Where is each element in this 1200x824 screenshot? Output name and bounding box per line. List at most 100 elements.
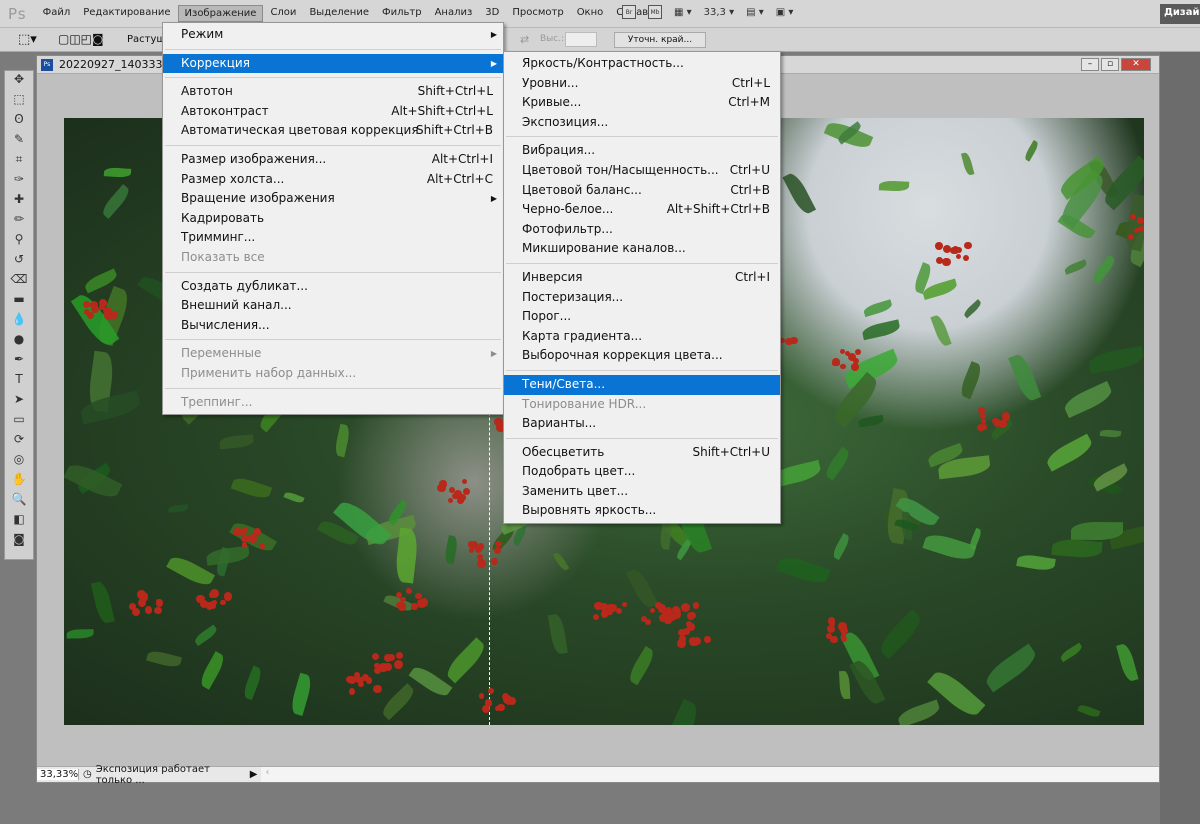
brush-tool-icon[interactable]: ✏ — [9, 212, 29, 231]
zoom-select[interactable]: 33,3 ▾ — [704, 7, 734, 18]
menu-separator — [165, 387, 501, 389]
zoom-tool-icon[interactable]: 🔍 — [9, 492, 29, 511]
crop-tool-icon[interactable]: ⌗ — [9, 152, 29, 171]
menu-0[interactable]: Файл — [37, 5, 77, 22]
photo-leaf — [958, 361, 985, 400]
dodge-tool-icon[interactable]: ● — [9, 332, 29, 351]
menu-9[interactable]: Окно — [571, 5, 610, 22]
menu-item: Применить набор данных... — [163, 364, 503, 384]
healing-tool-icon[interactable]: ✚ — [9, 192, 29, 211]
path-select-tool-icon[interactable]: ➤ — [9, 392, 29, 411]
menu-separator — [165, 144, 501, 146]
menu-item[interactable]: Выровнять яркость... — [504, 501, 780, 521]
view-extras-icon[interactable]: ▦ ▾ — [674, 7, 692, 18]
menu-item[interactable]: Вибрация... — [504, 141, 780, 161]
marquee-preset-icon[interactable]: ⬚▾ — [18, 32, 37, 47]
maximize-button[interactable]: ▫ — [1101, 58, 1119, 71]
eraser-tool-icon[interactable]: ⌫ — [9, 272, 29, 291]
menu-item[interactable]: Внешний канал... — [163, 296, 503, 316]
menu-item[interactable]: Автоконтраст Alt+Shift+Ctrl+L — [163, 102, 503, 122]
gradient-tool-icon[interactable]: ▬ — [9, 292, 29, 311]
menu-item[interactable]: Кадрировать — [163, 209, 503, 229]
menu-8[interactable]: Просмотр — [506, 5, 569, 22]
menu-item[interactable]: Обесцветить Shift+Ctrl+U — [504, 443, 780, 463]
close-button[interactable]: ✕ — [1121, 58, 1151, 71]
menu-item[interactable]: Уровни... Ctrl+L — [504, 74, 780, 94]
menu-item[interactable]: Размер холста... Alt+Ctrl+C — [163, 170, 503, 190]
photo-berry — [417, 599, 427, 609]
menu-item[interactable]: Инверсия Ctrl+I — [504, 268, 780, 288]
horizontal-scrollbar[interactable]: ‹ — [261, 767, 1159, 782]
photo-leaf — [968, 527, 984, 550]
menu-item[interactable]: Фотофильтр... — [504, 220, 780, 240]
menu-5[interactable]: Фильтр — [376, 5, 428, 22]
photo-berry — [475, 546, 483, 554]
status-zoom[interactable]: 33,33% — [37, 769, 79, 780]
menu-item[interactable]: Подобрать цвет... — [504, 462, 780, 482]
menu-item[interactable]: Вычисления... — [163, 316, 503, 336]
photo-leaf — [929, 313, 952, 348]
quick-select-tool-icon[interactable]: ✎ — [9, 132, 29, 151]
menu-item[interactable]: Порог... — [504, 307, 780, 327]
menu-item[interactable]: Цветовой баланс... Ctrl+B — [504, 181, 780, 201]
menu-item[interactable]: Тримминг... — [163, 228, 503, 248]
menu-item-shortcut: Ctrl+U — [729, 162, 770, 177]
3d-orbit-tool-icon[interactable]: ◎ — [9, 452, 29, 471]
menu-1[interactable]: Редактирование — [77, 5, 176, 22]
selection-mode-icons[interactable]: ▢◫◰◙ — [58, 32, 104, 46]
workspace-button[interactable]: Дизайн — [1160, 4, 1200, 24]
shape-tool-icon[interactable]: ▭ — [9, 412, 29, 431]
menu-item[interactable]: Заменить цвет... — [504, 482, 780, 502]
photo-berry — [220, 600, 226, 606]
menu-item[interactable]: Выборочная коррекция цвета... — [504, 346, 780, 366]
photo-leaf — [146, 648, 183, 670]
menu-item[interactable]: Создать дубликат... — [163, 277, 503, 297]
menu-item[interactable]: Вращение изображения ▶ — [163, 189, 503, 209]
menu-item[interactable]: Яркость/Контрастность... — [504, 54, 780, 74]
menu-item[interactable]: Размер изображения... Alt+Ctrl+I — [163, 150, 503, 170]
marquee-tool-icon[interactable]: ⬚ — [9, 92, 29, 111]
photo-leaf — [625, 645, 657, 686]
menu-item[interactable]: Цветовой тон/Насыщенность... Ctrl+U — [504, 161, 780, 181]
minimize-button[interactable]: – — [1081, 58, 1099, 71]
history-brush-tool-icon[interactable]: ↺ — [9, 252, 29, 271]
menu-item[interactable]: Автотон Shift+Ctrl+L — [163, 82, 503, 102]
refine-edge-button[interactable]: Уточн. край... — [614, 32, 706, 48]
hand-tool-icon[interactable]: ✋ — [9, 472, 29, 491]
eyedropper-tool-icon[interactable]: ✑ — [9, 172, 29, 191]
stamp-tool-icon[interactable]: ⚲ — [9, 232, 29, 251]
menu-item[interactable]: Постеризация... — [504, 288, 780, 308]
menu-4[interactable]: Выделение — [303, 5, 375, 22]
menu-item[interactable]: Варианты... — [504, 414, 780, 434]
colors-tool-icon[interactable]: ◧ — [9, 512, 29, 531]
quick-mask-tool-icon[interactable]: ◙ — [9, 532, 29, 551]
menu-2[interactable]: Изображение — [177, 5, 264, 22]
menu-3[interactable]: Слои — [264, 5, 302, 22]
menu-item[interactable]: Экспозиция... — [504, 113, 780, 133]
menu-6[interactable]: Анализ — [429, 5, 479, 22]
menu-item[interactable]: Кривые... Ctrl+M — [504, 93, 780, 113]
3d-rotate-tool-icon[interactable]: ⟳ — [9, 432, 29, 451]
bridge-button[interactable]: Br — [622, 5, 636, 19]
menu-item[interactable]: Карта градиента... — [504, 327, 780, 347]
menu-item[interactable]: Автоматическая цветовая коррекция Shift+C… — [163, 121, 503, 141]
pen-tool-icon[interactable]: ✒ — [9, 352, 29, 371]
lasso-tool-icon[interactable]: ʘ — [9, 112, 29, 131]
menu-item[interactable]: Микширование каналов... — [504, 239, 780, 259]
blur-tool-icon[interactable]: 💧 — [9, 312, 29, 331]
menu-item[interactable]: Черно-белое... Alt+Shift+Ctrl+B — [504, 200, 780, 220]
arrange-documents-icon[interactable]: ▤ ▾ — [746, 7, 764, 18]
menu-item-label: Внешний канал... — [181, 298, 292, 313]
menu-item-label: Размер холста... — [181, 171, 285, 186]
type-tool-icon[interactable]: T — [9, 372, 29, 391]
menu-item[interactable]: Коррекция ▶ — [163, 53, 503, 74]
screen-mode-icon[interactable]: ▣ ▾ — [776, 7, 794, 18]
menu-item[interactable]: Режим ▶ — [163, 25, 503, 45]
swap-icon[interactable]: ⇄ — [520, 33, 529, 46]
status-menu-arrow-icon[interactable]: ▶ — [246, 769, 262, 780]
menu-item[interactable]: Тени/Света... — [504, 374, 780, 395]
move-tool-icon[interactable]: ✥ — [9, 72, 29, 91]
mini-bridge-button[interactable]: Mb — [648, 5, 662, 19]
height-input[interactable] — [565, 32, 597, 47]
menu-7[interactable]: 3D — [479, 5, 505, 22]
